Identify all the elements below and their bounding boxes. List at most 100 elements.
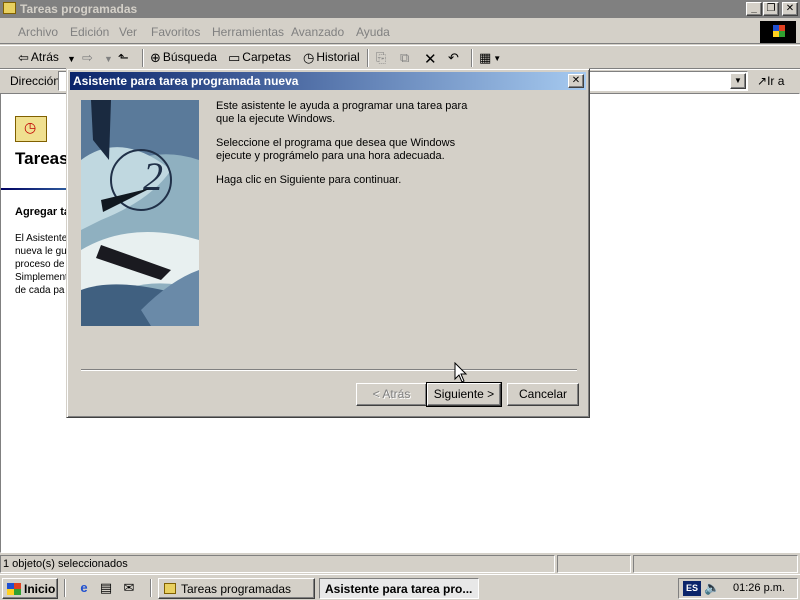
folder-title-text: Tareas programadas xyxy=(15,150,70,168)
go-label: Ir a xyxy=(767,74,785,88)
history-icon: ◷ xyxy=(303,50,315,65)
delete-button[interactable]: ✕ xyxy=(424,50,439,68)
minimize-button[interactable]: _ xyxy=(746,2,762,16)
address-dropdown-icon[interactable]: ▼ xyxy=(730,73,746,89)
views-icon: ▦ xyxy=(479,50,492,65)
main-window-titlebar[interactable]: Tareas programadas _ ❐ ✕ xyxy=(0,0,800,18)
search-label: Búsqueda xyxy=(162,50,217,65)
undo-button[interactable]: ↶ xyxy=(448,50,461,66)
menu-edicion[interactable]: Edición xyxy=(70,25,109,39)
search-icon: ⊕ xyxy=(150,50,161,65)
taskbar-button-asistente[interactable]: Asistente para tarea pro... xyxy=(319,578,479,599)
search-button[interactable]: ⊕ Búsqueda xyxy=(150,50,217,66)
copy-to-button[interactable]: ⧉ xyxy=(400,50,411,66)
folders-label: Carpetas xyxy=(242,50,291,65)
copy-to-icon: ⧉ xyxy=(400,50,410,65)
menu-herramientas[interactable]: Herramientas xyxy=(212,25,284,39)
dialog-paragraph: Este asistente le ayuda a programar una … xyxy=(216,100,468,125)
forward-arrow-icon: ⇨ xyxy=(82,50,93,65)
maximize-button[interactable]: ❐ xyxy=(763,2,779,16)
main-window-title: Tareas programadas xyxy=(20,2,138,16)
language-indicator[interactable]: ES xyxy=(683,581,701,596)
task-label: Tareas programadas xyxy=(181,582,292,596)
toolbar-separator xyxy=(471,49,473,67)
views-button[interactable]: ▦ ▼ xyxy=(479,50,501,66)
folder-title: Tareas programadas xyxy=(15,150,70,168)
up-folder-button[interactable]: ⬑ xyxy=(118,50,131,66)
volume-icon[interactable]: 🔈 xyxy=(704,580,720,596)
history-label: Historial xyxy=(316,50,360,65)
dialog-body-text: Este asistente le ayuda a programar una … xyxy=(216,100,476,198)
folders-button[interactable]: ▭ Carpetas xyxy=(228,50,291,66)
mouse-cursor-icon xyxy=(454,362,468,383)
taskbar: Inicio e ▤ ✉ Tareas programadas Asistent… xyxy=(0,574,800,600)
forward-button[interactable]: ⇨ xyxy=(82,50,95,66)
folders-icon: ▭ xyxy=(228,50,241,65)
scheduled-tasks-folder-icon xyxy=(15,116,47,142)
back-button[interactable]: ⇦ Atrás xyxy=(18,50,59,66)
dialog-titlebar[interactable]: Asistente para tarea programada nueva ✕ xyxy=(70,72,586,90)
clock-pen-illustration: 2 xyxy=(81,100,199,326)
taskbar-separator xyxy=(64,579,66,597)
dialog-paragraph: Haga clic en Siguiente para continuar. xyxy=(216,174,402,186)
forward-dropdown-icon[interactable]: ▼ xyxy=(104,54,113,64)
toolbar-separator xyxy=(367,49,369,67)
folder-clock-icon xyxy=(3,2,16,14)
menu-bar: Archivo Edición Ver Favoritos Herramient… xyxy=(0,20,800,44)
menu-favoritos[interactable]: Favoritos xyxy=(151,25,200,39)
start-button[interactable]: Inicio xyxy=(2,578,58,599)
folder-subheading-text: Agregar tarea programada xyxy=(15,206,70,218)
go-button[interactable]: ↗Ir a xyxy=(757,74,784,88)
menu-avanzado[interactable]: Avanzado xyxy=(291,25,344,39)
title-divider xyxy=(1,188,71,190)
close-button[interactable]: ✕ xyxy=(782,2,798,16)
internet-explorer-icon[interactable]: e xyxy=(76,580,92,596)
desc-line: El Asistente xyxy=(15,233,68,244)
numeral-2-graphic: 2 xyxy=(143,154,163,199)
taskbar-button-tareas[interactable]: Tareas programadas xyxy=(158,578,315,599)
back-dropdown-icon[interactable]: ▼ xyxy=(67,54,76,64)
move-to-button[interactable]: ⎘ xyxy=(376,50,388,66)
desc-line: proceso de xyxy=(15,259,65,270)
desc-line: de cada pa xyxy=(15,285,65,296)
folder-subheading: Agregar tarea programada xyxy=(15,206,70,218)
toolbar: ⇦ Atrás ▼ ⇨ ▼ ⬑ ⊕ Búsqueda ▭ Carpetas ◷ Hist… xyxy=(0,45,800,69)
desc-line: nueva le gu xyxy=(15,246,67,257)
task-label: Asistente para tarea pro... xyxy=(325,582,473,596)
system-tray: ES 🔈 01:26 p.m. xyxy=(678,578,798,599)
move-to-icon: ⎘ xyxy=(376,50,387,65)
toolbar-separator xyxy=(142,49,144,67)
undo-icon: ↶ xyxy=(448,50,459,65)
dialog-title: Asistente para tarea programada nueva xyxy=(73,74,299,88)
wizard-dialog: Asistente para tarea programada nueva ✕ … xyxy=(66,68,590,418)
history-button[interactable]: ◷ Historial xyxy=(303,50,360,66)
dialog-close-button[interactable]: ✕ xyxy=(568,74,584,88)
folder-clock-icon xyxy=(164,583,176,594)
menu-ayuda[interactable]: Ayuda xyxy=(356,25,390,39)
back-button-disabled[interactable]: < Atrás xyxy=(356,383,427,406)
up-folder-icon: ⬑ xyxy=(118,50,129,65)
menu-archivo[interactable]: Archivo xyxy=(18,25,58,39)
clock[interactable]: 01:26 p.m. xyxy=(733,582,785,594)
dialog-paragraph: Seleccione el programa que desea que Win… xyxy=(216,137,456,162)
next-button[interactable]: Siguiente > xyxy=(426,382,502,407)
address-label: Dirección xyxy=(10,74,61,88)
show-desktop-icon[interactable]: ▤ xyxy=(98,580,114,596)
close-icon: ✕ xyxy=(571,75,581,86)
windows-flag-icon xyxy=(7,583,21,595)
folder-description: El Asistente nueva le gu proceso de Simp… xyxy=(15,232,70,297)
back-label: Atrás xyxy=(30,50,59,65)
cancel-button[interactable]: Cancelar xyxy=(507,383,579,406)
menu-ver[interactable]: Ver xyxy=(119,25,137,39)
start-label: Inicio xyxy=(24,582,56,596)
go-arrow-icon: ↗ xyxy=(757,74,768,88)
desc-line: Simplement xyxy=(15,272,68,283)
wizard-image: 2 xyxy=(81,100,199,326)
taskbar-separator xyxy=(150,579,152,597)
status-pane xyxy=(633,555,798,573)
outlook-express-icon[interactable]: ✉ xyxy=(121,580,137,596)
status-pane xyxy=(557,555,631,573)
dialog-divider xyxy=(81,369,577,371)
delete-icon: ✕ xyxy=(424,51,437,68)
back-arrow-icon: ⇦ xyxy=(18,50,29,65)
